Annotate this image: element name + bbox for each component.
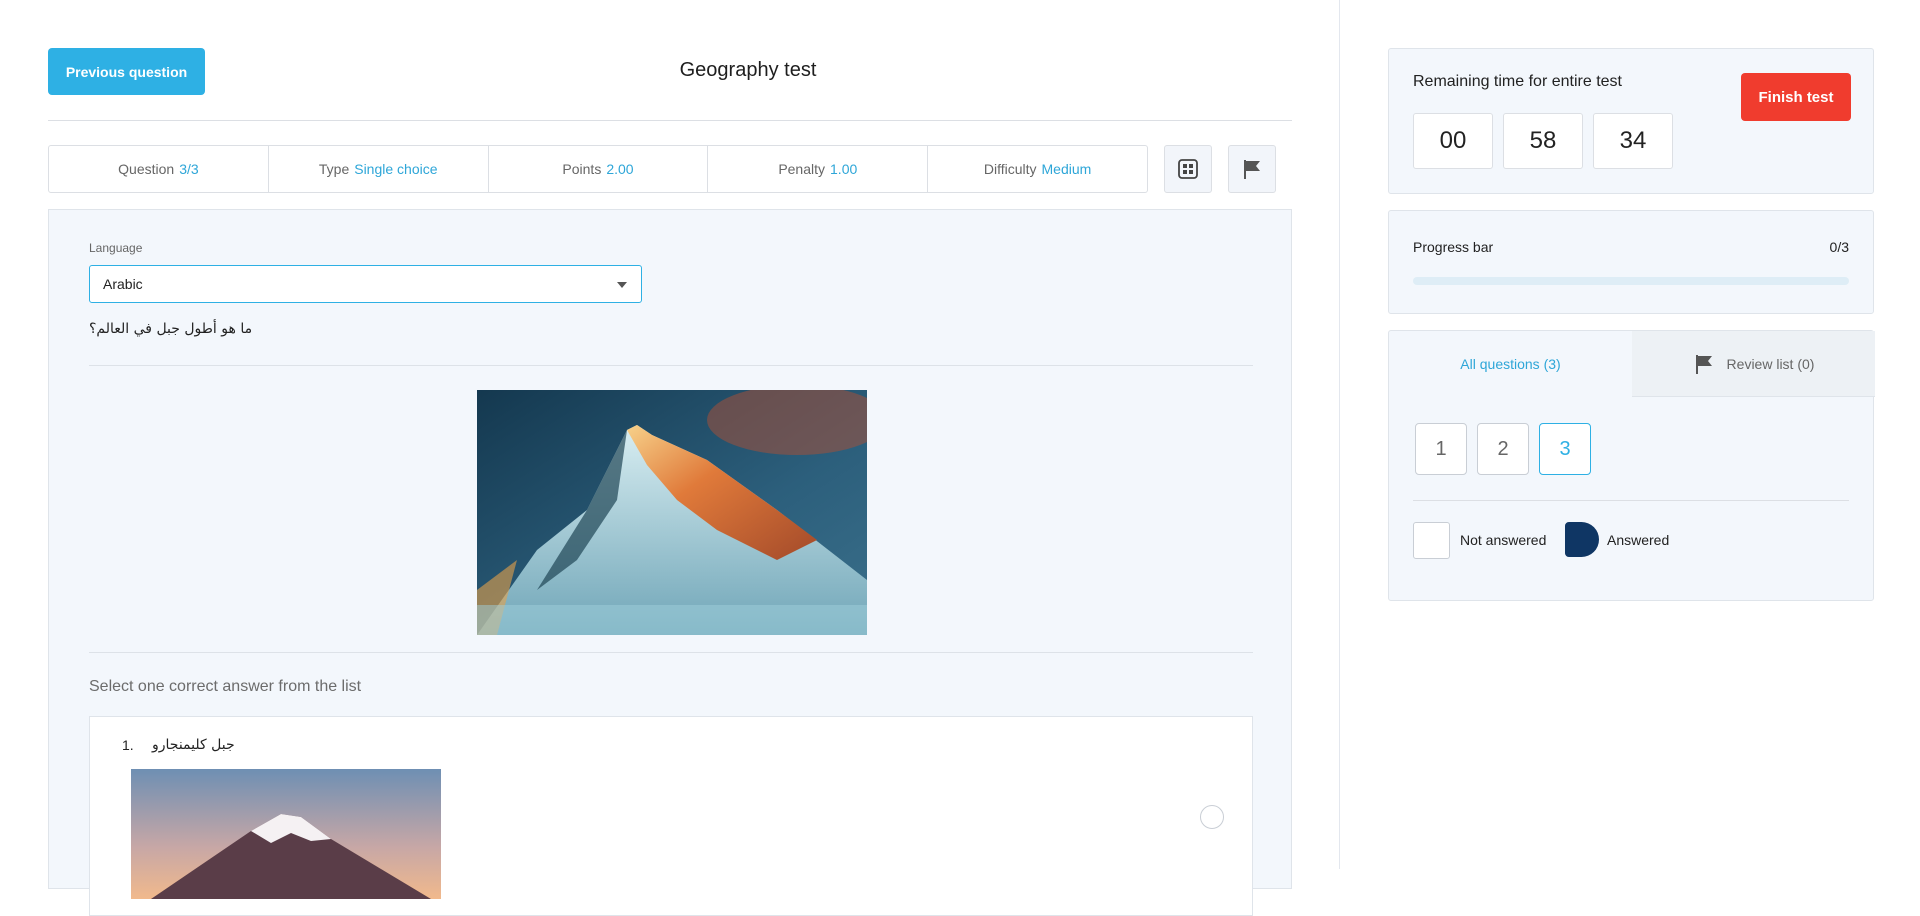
progress-bar xyxy=(1413,277,1849,285)
progress-card: Progress bar 0/3 xyxy=(1388,210,1874,314)
info-question: Question 3/3 xyxy=(49,146,269,192)
tab-review-list[interactable]: Review list (0) xyxy=(1632,331,1875,397)
progress-count: 0/3 xyxy=(1829,239,1849,255)
answer-radio[interactable] xyxy=(1200,805,1224,829)
question-nav-3[interactable]: 3 xyxy=(1539,423,1591,475)
info-label: Difficulty xyxy=(983,161,1037,177)
timer-hours: 00 xyxy=(1413,113,1493,169)
answer-option[interactable]: 1. جبل كليمنجارو xyxy=(89,716,1253,916)
previous-question-button[interactable]: Previous question xyxy=(48,48,205,95)
info-points: Points 2.00 xyxy=(489,146,709,192)
question-nav-1[interactable]: 1 xyxy=(1415,423,1467,475)
flag-icon xyxy=(1695,354,1712,374)
answer-number: 1. xyxy=(122,737,134,753)
finish-test-button[interactable]: Finish test xyxy=(1741,73,1851,121)
timer-seconds: 34 xyxy=(1593,113,1673,169)
info-label: Type xyxy=(318,161,350,177)
info-value: Single choice xyxy=(354,161,438,177)
flag-question-button[interactable] xyxy=(1228,145,1276,193)
info-value: 2.00 xyxy=(606,161,634,177)
timer-card: Remaining time for entire test Finish te… xyxy=(1388,48,1874,194)
progress-label: Progress bar xyxy=(1413,239,1494,255)
info-value: Medium xyxy=(1041,161,1092,177)
language-label: Language xyxy=(89,241,143,255)
divider xyxy=(48,120,1292,121)
test-sidebar: Remaining time for entire test Finish te… xyxy=(1341,0,1920,869)
question-navigator: All questions (3) Review list (0) 1 2 3 … xyxy=(1388,330,1875,601)
timer-label: Remaining time for entire test xyxy=(1413,73,1622,90)
mountain-image xyxy=(131,769,441,899)
info-penalty: Penalty 1.00 xyxy=(708,146,929,192)
question-image[interactable] xyxy=(477,390,867,635)
tab-all-questions[interactable]: All questions (3) xyxy=(1389,331,1632,397)
tab-review-label: Review list (0) xyxy=(1726,355,1815,372)
language-value: Arabic xyxy=(103,276,143,292)
grid-icon xyxy=(1178,159,1198,179)
flag-icon xyxy=(1244,160,1260,179)
divider xyxy=(89,652,1253,653)
mountain-image xyxy=(477,390,867,635)
question-grid-button[interactable] xyxy=(1164,145,1212,193)
language-select[interactable]: Arabic xyxy=(89,265,642,303)
divider xyxy=(1413,500,1849,501)
legend-not-answered-label: Not answered xyxy=(1460,532,1547,548)
question-nav-2[interactable]: 2 xyxy=(1477,423,1529,475)
question-panel: Language Arabic ما هو أطول جبل في العالم… xyxy=(48,209,1292,916)
legend-not-answered-swatch xyxy=(1413,522,1450,559)
page-title: Geography test xyxy=(679,59,817,81)
question-text: ما هو أطول جبل في العالم؟ xyxy=(89,321,253,337)
info-label: Points xyxy=(562,161,602,177)
timer-minutes: 58 xyxy=(1503,113,1583,169)
legend-answered-swatch xyxy=(1565,522,1599,557)
divider xyxy=(89,365,1253,366)
info-value: 3/3 xyxy=(179,161,199,177)
answer-instruction: Select one correct answer from the list xyxy=(89,678,362,695)
question-info-bar: Question 3/3 Type Single choice Points 2.00… xyxy=(48,145,1148,193)
info-label: Question xyxy=(118,161,175,177)
info-label: Penalty xyxy=(778,161,826,177)
info-difficulty: Difficulty Medium xyxy=(928,146,1147,192)
info-type: Type Single choice xyxy=(269,146,489,192)
legend-answered-label: Answered xyxy=(1607,532,1670,548)
answer-text: جبل كليمنجارو xyxy=(152,737,235,753)
question-area: Previous question Geography test Questio… xyxy=(0,0,1340,916)
answer-image xyxy=(131,769,441,899)
chevron-down-icon xyxy=(617,282,627,288)
info-value: 1.00 xyxy=(830,161,858,177)
